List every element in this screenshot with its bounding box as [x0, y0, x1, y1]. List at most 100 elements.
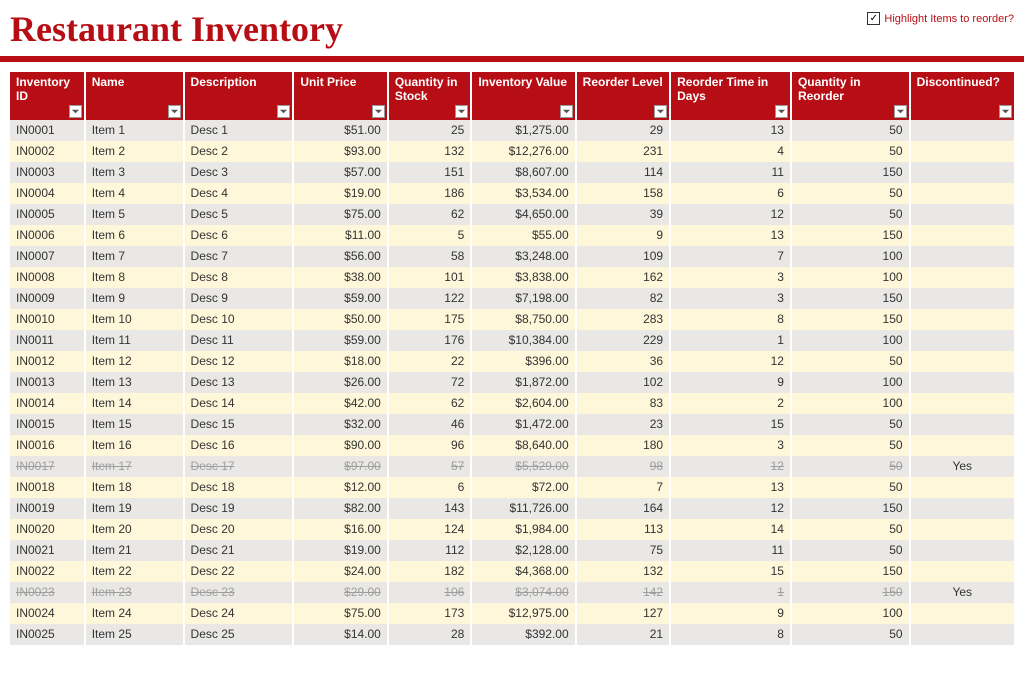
- cell-qty[interactable]: 62: [388, 204, 471, 225]
- cell-value[interactable]: $3,534.00: [471, 183, 575, 204]
- cell-rtime[interactable]: 15: [670, 414, 791, 435]
- cell-rqty[interactable]: 50: [791, 351, 910, 372]
- cell-rqty[interactable]: 150: [791, 288, 910, 309]
- cell-price[interactable]: $75.00: [293, 603, 387, 624]
- cell-rqty[interactable]: 100: [791, 603, 910, 624]
- cell-qty[interactable]: 22: [388, 351, 471, 372]
- cell-name[interactable]: Item 16: [85, 435, 184, 456]
- cell-price[interactable]: $51.00: [293, 120, 387, 141]
- cell-disc[interactable]: [910, 246, 1014, 267]
- column-header-name[interactable]: Name: [85, 72, 184, 120]
- cell-disc[interactable]: [910, 183, 1014, 204]
- cell-name[interactable]: Item 25: [85, 624, 184, 645]
- cell-value[interactable]: $7,198.00: [471, 288, 575, 309]
- cell-rtime[interactable]: 11: [670, 540, 791, 561]
- cell-desc[interactable]: Desc 2: [184, 141, 294, 162]
- cell-rqty[interactable]: 50: [791, 120, 910, 141]
- cell-name[interactable]: Item 11: [85, 330, 184, 351]
- cell-id[interactable]: IN0019: [10, 498, 85, 519]
- column-header-reorder[interactable]: Reorder Level: [576, 72, 670, 120]
- cell-price[interactable]: $12.00: [293, 477, 387, 498]
- cell-price[interactable]: $26.00: [293, 372, 387, 393]
- cell-price[interactable]: $38.00: [293, 267, 387, 288]
- cell-rtime[interactable]: 12: [670, 204, 791, 225]
- cell-name[interactable]: Item 6: [85, 225, 184, 246]
- cell-rtime[interactable]: 12: [670, 498, 791, 519]
- cell-desc[interactable]: Desc 14: [184, 393, 294, 414]
- table-row[interactable]: IN0008Item 8Desc 8$38.00101$3,838.001623…: [10, 267, 1014, 288]
- cell-id[interactable]: IN0013: [10, 372, 85, 393]
- cell-id[interactable]: IN0012: [10, 351, 85, 372]
- cell-value[interactable]: $392.00: [471, 624, 575, 645]
- cell-rtime[interactable]: 3: [670, 435, 791, 456]
- cell-desc[interactable]: Desc 23: [184, 582, 294, 603]
- column-header-qty[interactable]: Quantity in Stock: [388, 72, 471, 120]
- table-row[interactable]: IN0012Item 12Desc 12$18.0022$396.0036125…: [10, 351, 1014, 372]
- cell-reorder[interactable]: 229: [576, 330, 670, 351]
- cell-id[interactable]: IN0020: [10, 519, 85, 540]
- cell-value[interactable]: $12,975.00: [471, 603, 575, 624]
- filter-dropdown-icon[interactable]: [277, 105, 290, 118]
- cell-price[interactable]: $59.00: [293, 330, 387, 351]
- cell-value[interactable]: $3,074.00: [471, 582, 575, 603]
- column-header-id[interactable]: Inventory ID: [10, 72, 85, 120]
- cell-id[interactable]: IN0025: [10, 624, 85, 645]
- highlight-reorder-option[interactable]: ✓ Highlight Items to reorder?: [867, 8, 1014, 25]
- cell-name[interactable]: Item 19: [85, 498, 184, 519]
- cell-name[interactable]: Item 21: [85, 540, 184, 561]
- cell-qty[interactable]: 62: [388, 393, 471, 414]
- cell-id[interactable]: IN0005: [10, 204, 85, 225]
- cell-rqty[interactable]: 50: [791, 456, 910, 477]
- cell-name[interactable]: Item 18: [85, 477, 184, 498]
- cell-rqty[interactable]: 50: [791, 540, 910, 561]
- cell-name[interactable]: Item 13: [85, 372, 184, 393]
- cell-disc[interactable]: [910, 120, 1014, 141]
- cell-qty[interactable]: 5: [388, 225, 471, 246]
- cell-reorder[interactable]: 39: [576, 204, 670, 225]
- cell-name[interactable]: Item 22: [85, 561, 184, 582]
- cell-id[interactable]: IN0017: [10, 456, 85, 477]
- cell-reorder[interactable]: 109: [576, 246, 670, 267]
- cell-rqty[interactable]: 150: [791, 162, 910, 183]
- cell-name[interactable]: Item 12: [85, 351, 184, 372]
- cell-price[interactable]: $24.00: [293, 561, 387, 582]
- cell-reorder[interactable]: 102: [576, 372, 670, 393]
- cell-id[interactable]: IN0024: [10, 603, 85, 624]
- cell-desc[interactable]: Desc 6: [184, 225, 294, 246]
- cell-value[interactable]: $11,726.00: [471, 498, 575, 519]
- cell-disc[interactable]: [910, 435, 1014, 456]
- cell-reorder[interactable]: 23: [576, 414, 670, 435]
- cell-reorder[interactable]: 75: [576, 540, 670, 561]
- cell-rtime[interactable]: 2: [670, 393, 791, 414]
- cell-price[interactable]: $19.00: [293, 540, 387, 561]
- cell-reorder[interactable]: 132: [576, 561, 670, 582]
- table-row[interactable]: IN0024Item 24Desc 24$75.00173$12,975.001…: [10, 603, 1014, 624]
- cell-desc[interactable]: Desc 3: [184, 162, 294, 183]
- cell-desc[interactable]: Desc 11: [184, 330, 294, 351]
- cell-id[interactable]: IN0023: [10, 582, 85, 603]
- cell-value[interactable]: $1,275.00: [471, 120, 575, 141]
- table-row[interactable]: IN0018Item 18Desc 18$12.006$72.0071350: [10, 477, 1014, 498]
- cell-value[interactable]: $12,276.00: [471, 141, 575, 162]
- cell-desc[interactable]: Desc 25: [184, 624, 294, 645]
- cell-price[interactable]: $50.00: [293, 309, 387, 330]
- cell-rqty[interactable]: 50: [791, 477, 910, 498]
- cell-qty[interactable]: 182: [388, 561, 471, 582]
- table-row[interactable]: IN0017Item 17Desc 17$97.0057$5,529.00981…: [10, 456, 1014, 477]
- cell-reorder[interactable]: 114: [576, 162, 670, 183]
- cell-qty[interactable]: 173: [388, 603, 471, 624]
- table-row[interactable]: IN0013Item 13Desc 13$26.0072$1,872.00102…: [10, 372, 1014, 393]
- cell-rtime[interactable]: 13: [670, 477, 791, 498]
- cell-desc[interactable]: Desc 4: [184, 183, 294, 204]
- table-row[interactable]: IN0014Item 14Desc 14$42.0062$2,604.00832…: [10, 393, 1014, 414]
- cell-id[interactable]: IN0022: [10, 561, 85, 582]
- filter-dropdown-icon[interactable]: [168, 105, 181, 118]
- table-row[interactable]: IN0010Item 10Desc 10$50.00175$8,750.0028…: [10, 309, 1014, 330]
- cell-qty[interactable]: 106: [388, 582, 471, 603]
- cell-desc[interactable]: Desc 19: [184, 498, 294, 519]
- cell-reorder[interactable]: 164: [576, 498, 670, 519]
- cell-qty[interactable]: 112: [388, 540, 471, 561]
- cell-disc[interactable]: Yes: [910, 582, 1014, 603]
- cell-name[interactable]: Item 23: [85, 582, 184, 603]
- cell-rqty[interactable]: 150: [791, 561, 910, 582]
